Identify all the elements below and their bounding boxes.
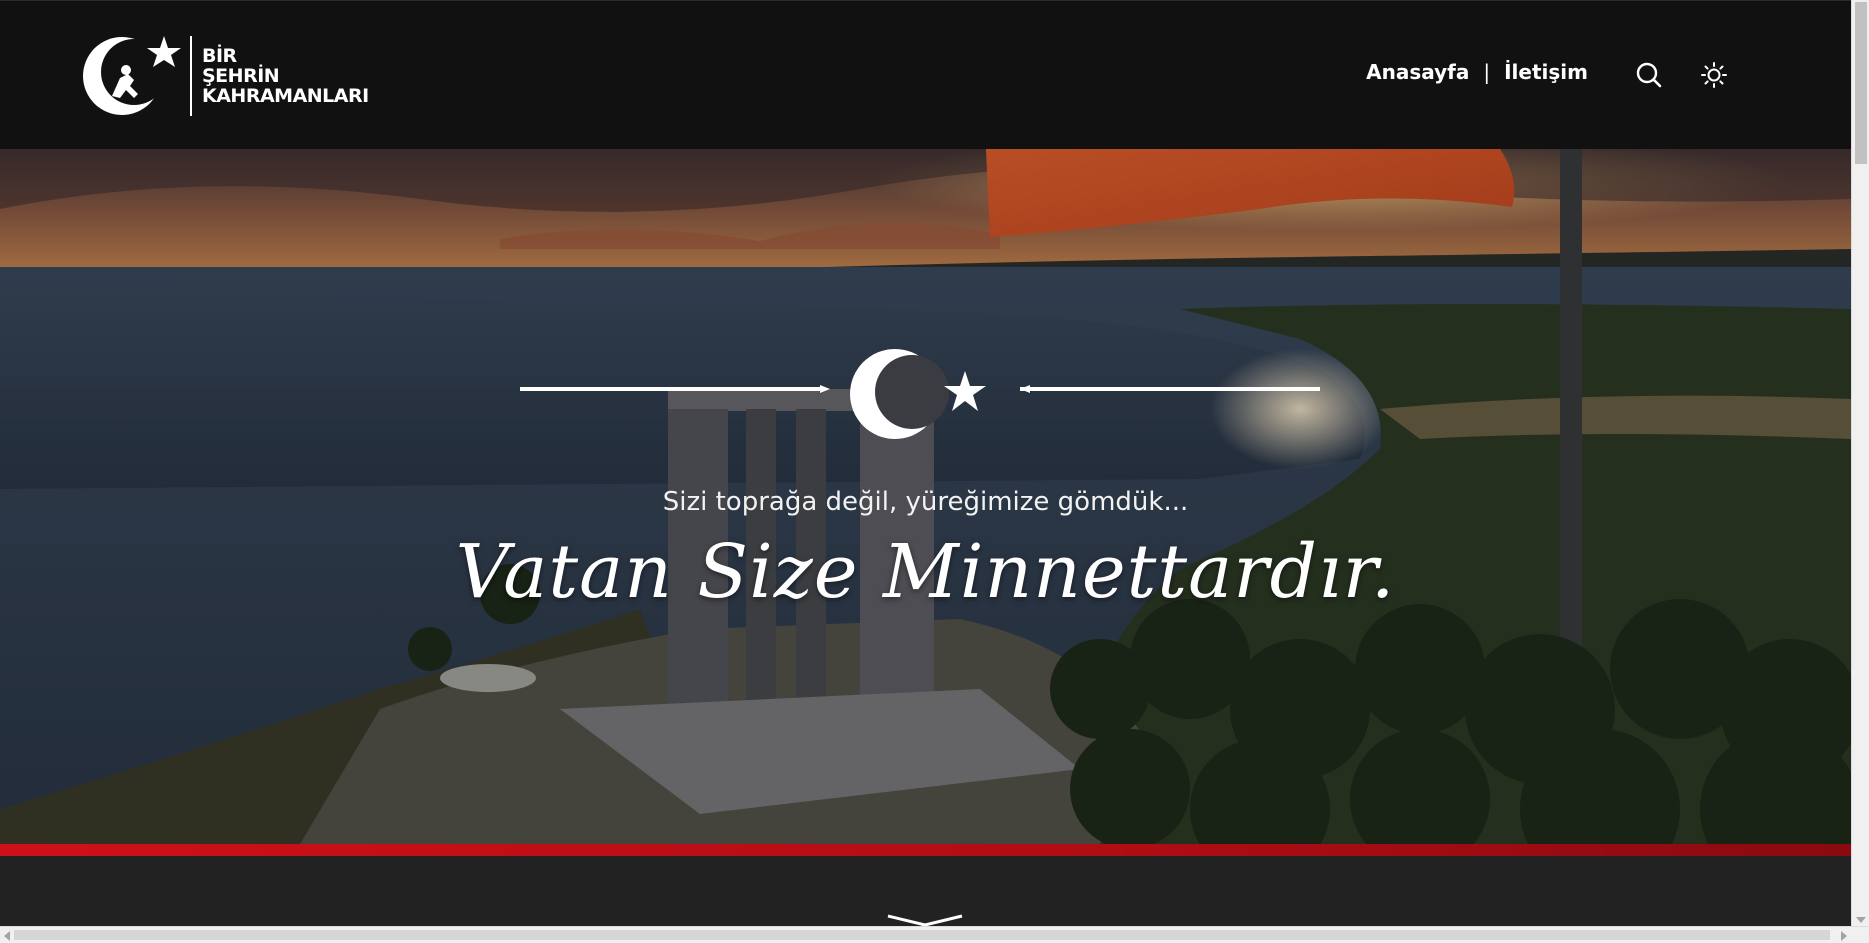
scroll-right-arrow-icon[interactable]	[1841, 931, 1847, 941]
nav-separator: |	[1483, 60, 1491, 84]
top-bar: BİR ŞEHRİN KAHRAMANLARI Anasayfa | İleti…	[0, 0, 1851, 149]
search-button[interactable]	[1633, 59, 1665, 91]
vertical-scrollbar-thumb[interactable]	[1855, 2, 1867, 164]
chevron-down-icon[interactable]	[886, 914, 964, 926]
scroll-left-arrow-icon[interactable]	[4, 931, 10, 941]
scroll-down-arrow-icon[interactable]	[1856, 917, 1866, 923]
logo-line-3: KAHRAMANLARI	[202, 85, 369, 107]
logo-line-2: ŞEHRİN	[202, 65, 280, 87]
nav-home-link[interactable]: Anasayfa	[1366, 60, 1469, 84]
horizontal-scrollbar[interactable]	[0, 926, 1869, 943]
nav-contact-link[interactable]: İletişim	[1504, 60, 1588, 84]
sun-icon	[1701, 62, 1727, 88]
logo-line-1: BİR	[202, 45, 237, 67]
hero-banner: Sizi toprağa değil, yüreğimize gömdük...…	[0, 149, 1851, 844]
hero-headline: Vatan Size Minnettardır.	[455, 529, 1396, 615]
main-nav: Anasayfa | İletişim	[1366, 60, 1588, 84]
logo-text: BİR ŞEHRİN KAHRAMANLARI	[202, 46, 369, 106]
theme-toggle-button[interactable]	[1698, 59, 1730, 91]
logo-divider	[190, 36, 192, 116]
site-logo[interactable]: BİR ŞEHRİN KAHRAMANLARI	[82, 34, 382, 118]
crescent-star-soldier-icon	[82, 34, 182, 118]
crescent-star-icon	[520, 349, 1320, 439]
vertical-scrollbar[interactable]	[1851, 0, 1869, 926]
horizontal-scrollbar-thumb[interactable]	[14, 930, 1830, 940]
search-icon	[1636, 62, 1662, 88]
accent-stripe	[0, 844, 1851, 856]
hero-tagline: Sizi toprağa değil, yüreğimize gömdük...	[662, 487, 1189, 517]
